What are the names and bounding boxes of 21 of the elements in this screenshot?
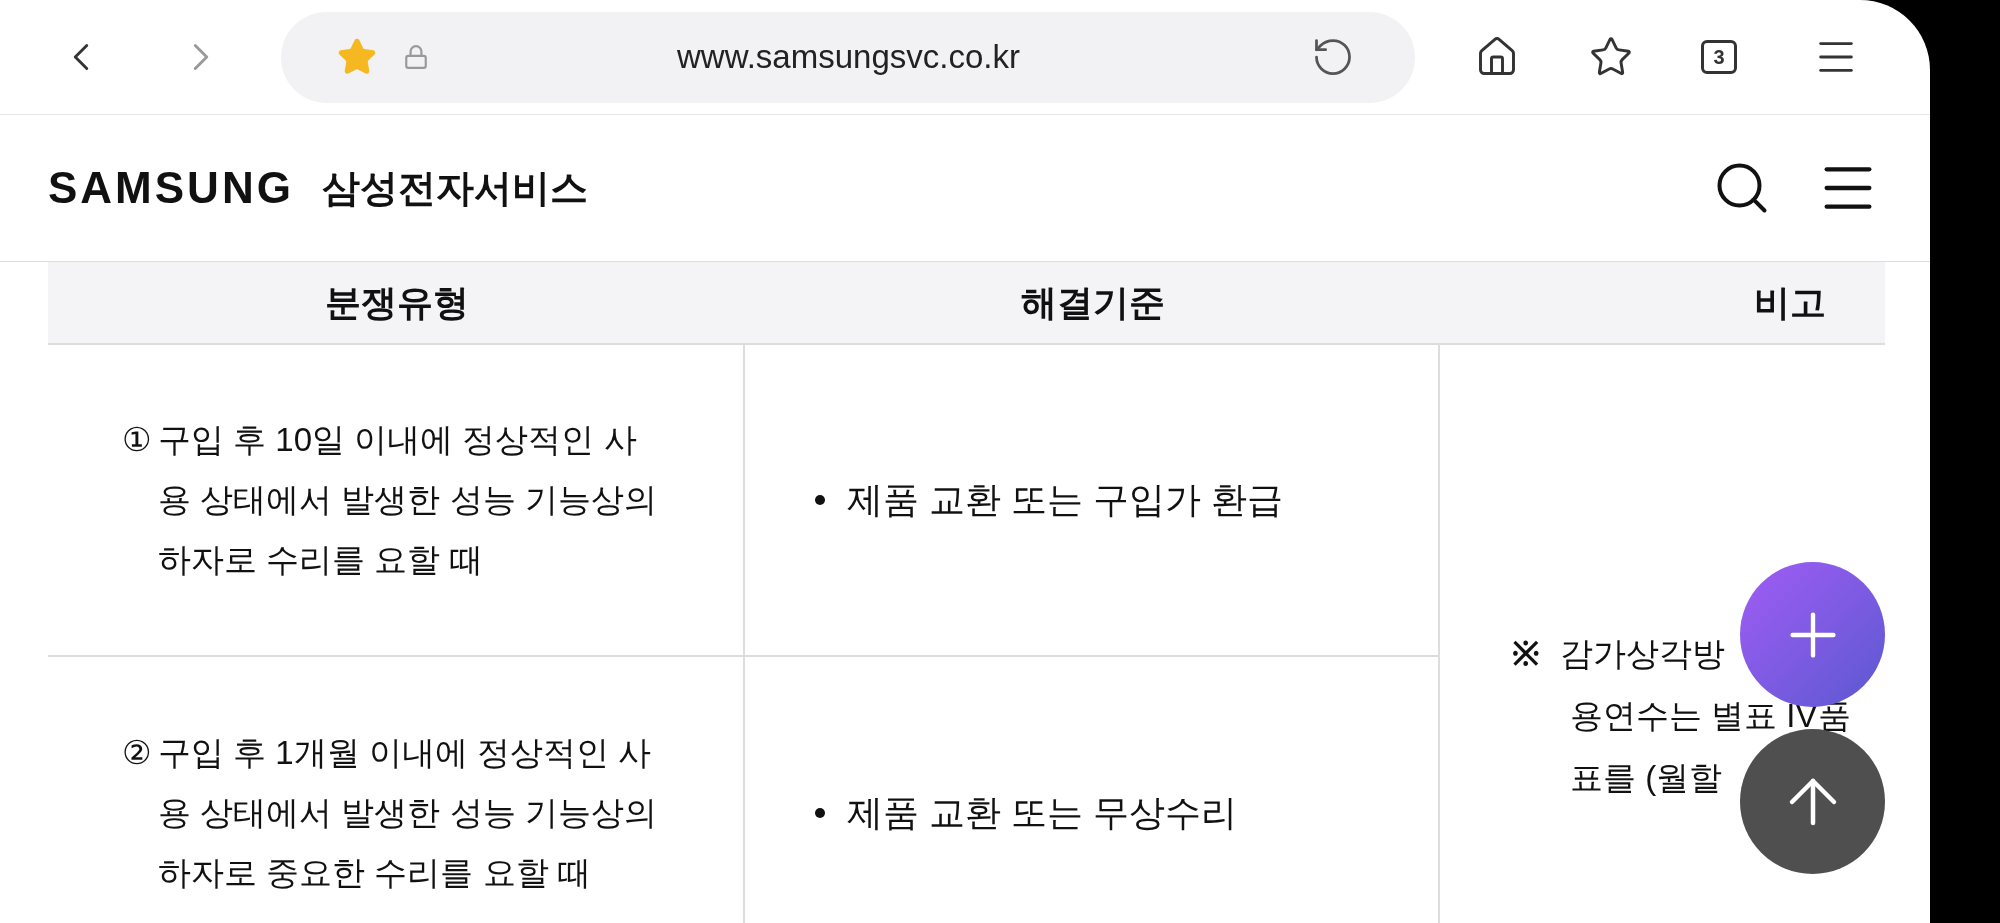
reference-mark: ※: [1512, 634, 1540, 674]
url-text: www.samsungsvc.co.kr: [677, 37, 1020, 78]
note-text: 표를 (월할: [1570, 758, 1723, 798]
address-bar[interactable]: www.samsungsvc.co.kr: [281, 11, 1415, 103]
bullet-icon: [815, 495, 825, 505]
site-title: 삼성전자서비스: [321, 165, 588, 211]
circled-number: ①: [122, 420, 152, 460]
circled-number: ②: [122, 733, 152, 773]
dispute-type: 구입 후 1개월 이내에 정상적인 사용 상태에서 발생한 성능 기능상의 하자로 중요한 수리를 요할 때: [158, 733, 658, 893]
tabs-button[interactable]: 3: [1701, 40, 1737, 74]
star-icon[interactable]: [337, 37, 377, 77]
bullet-icon: [815, 808, 825, 818]
column-header: 비고: [1440, 262, 1885, 345]
resolution-text: 제품 교환 또는 무상수리: [847, 791, 1237, 835]
samsung-logo[interactable]: SAMSUNG: [48, 155, 294, 221]
column-header: 해결기준: [745, 262, 1440, 345]
column-header: 분쟁유형: [48, 262, 745, 345]
dispute-type: 구입 후 10일 이내에 정상적인 사용 상태에서 발생한 성능 기능상의 하자로 수리를 요할 때: [158, 420, 658, 580]
note-text: 감가상각방: [1560, 634, 1725, 674]
lock-icon: [403, 44, 429, 70]
resolution-text: 제품 교환 또는 구입가 환급: [847, 478, 1283, 522]
